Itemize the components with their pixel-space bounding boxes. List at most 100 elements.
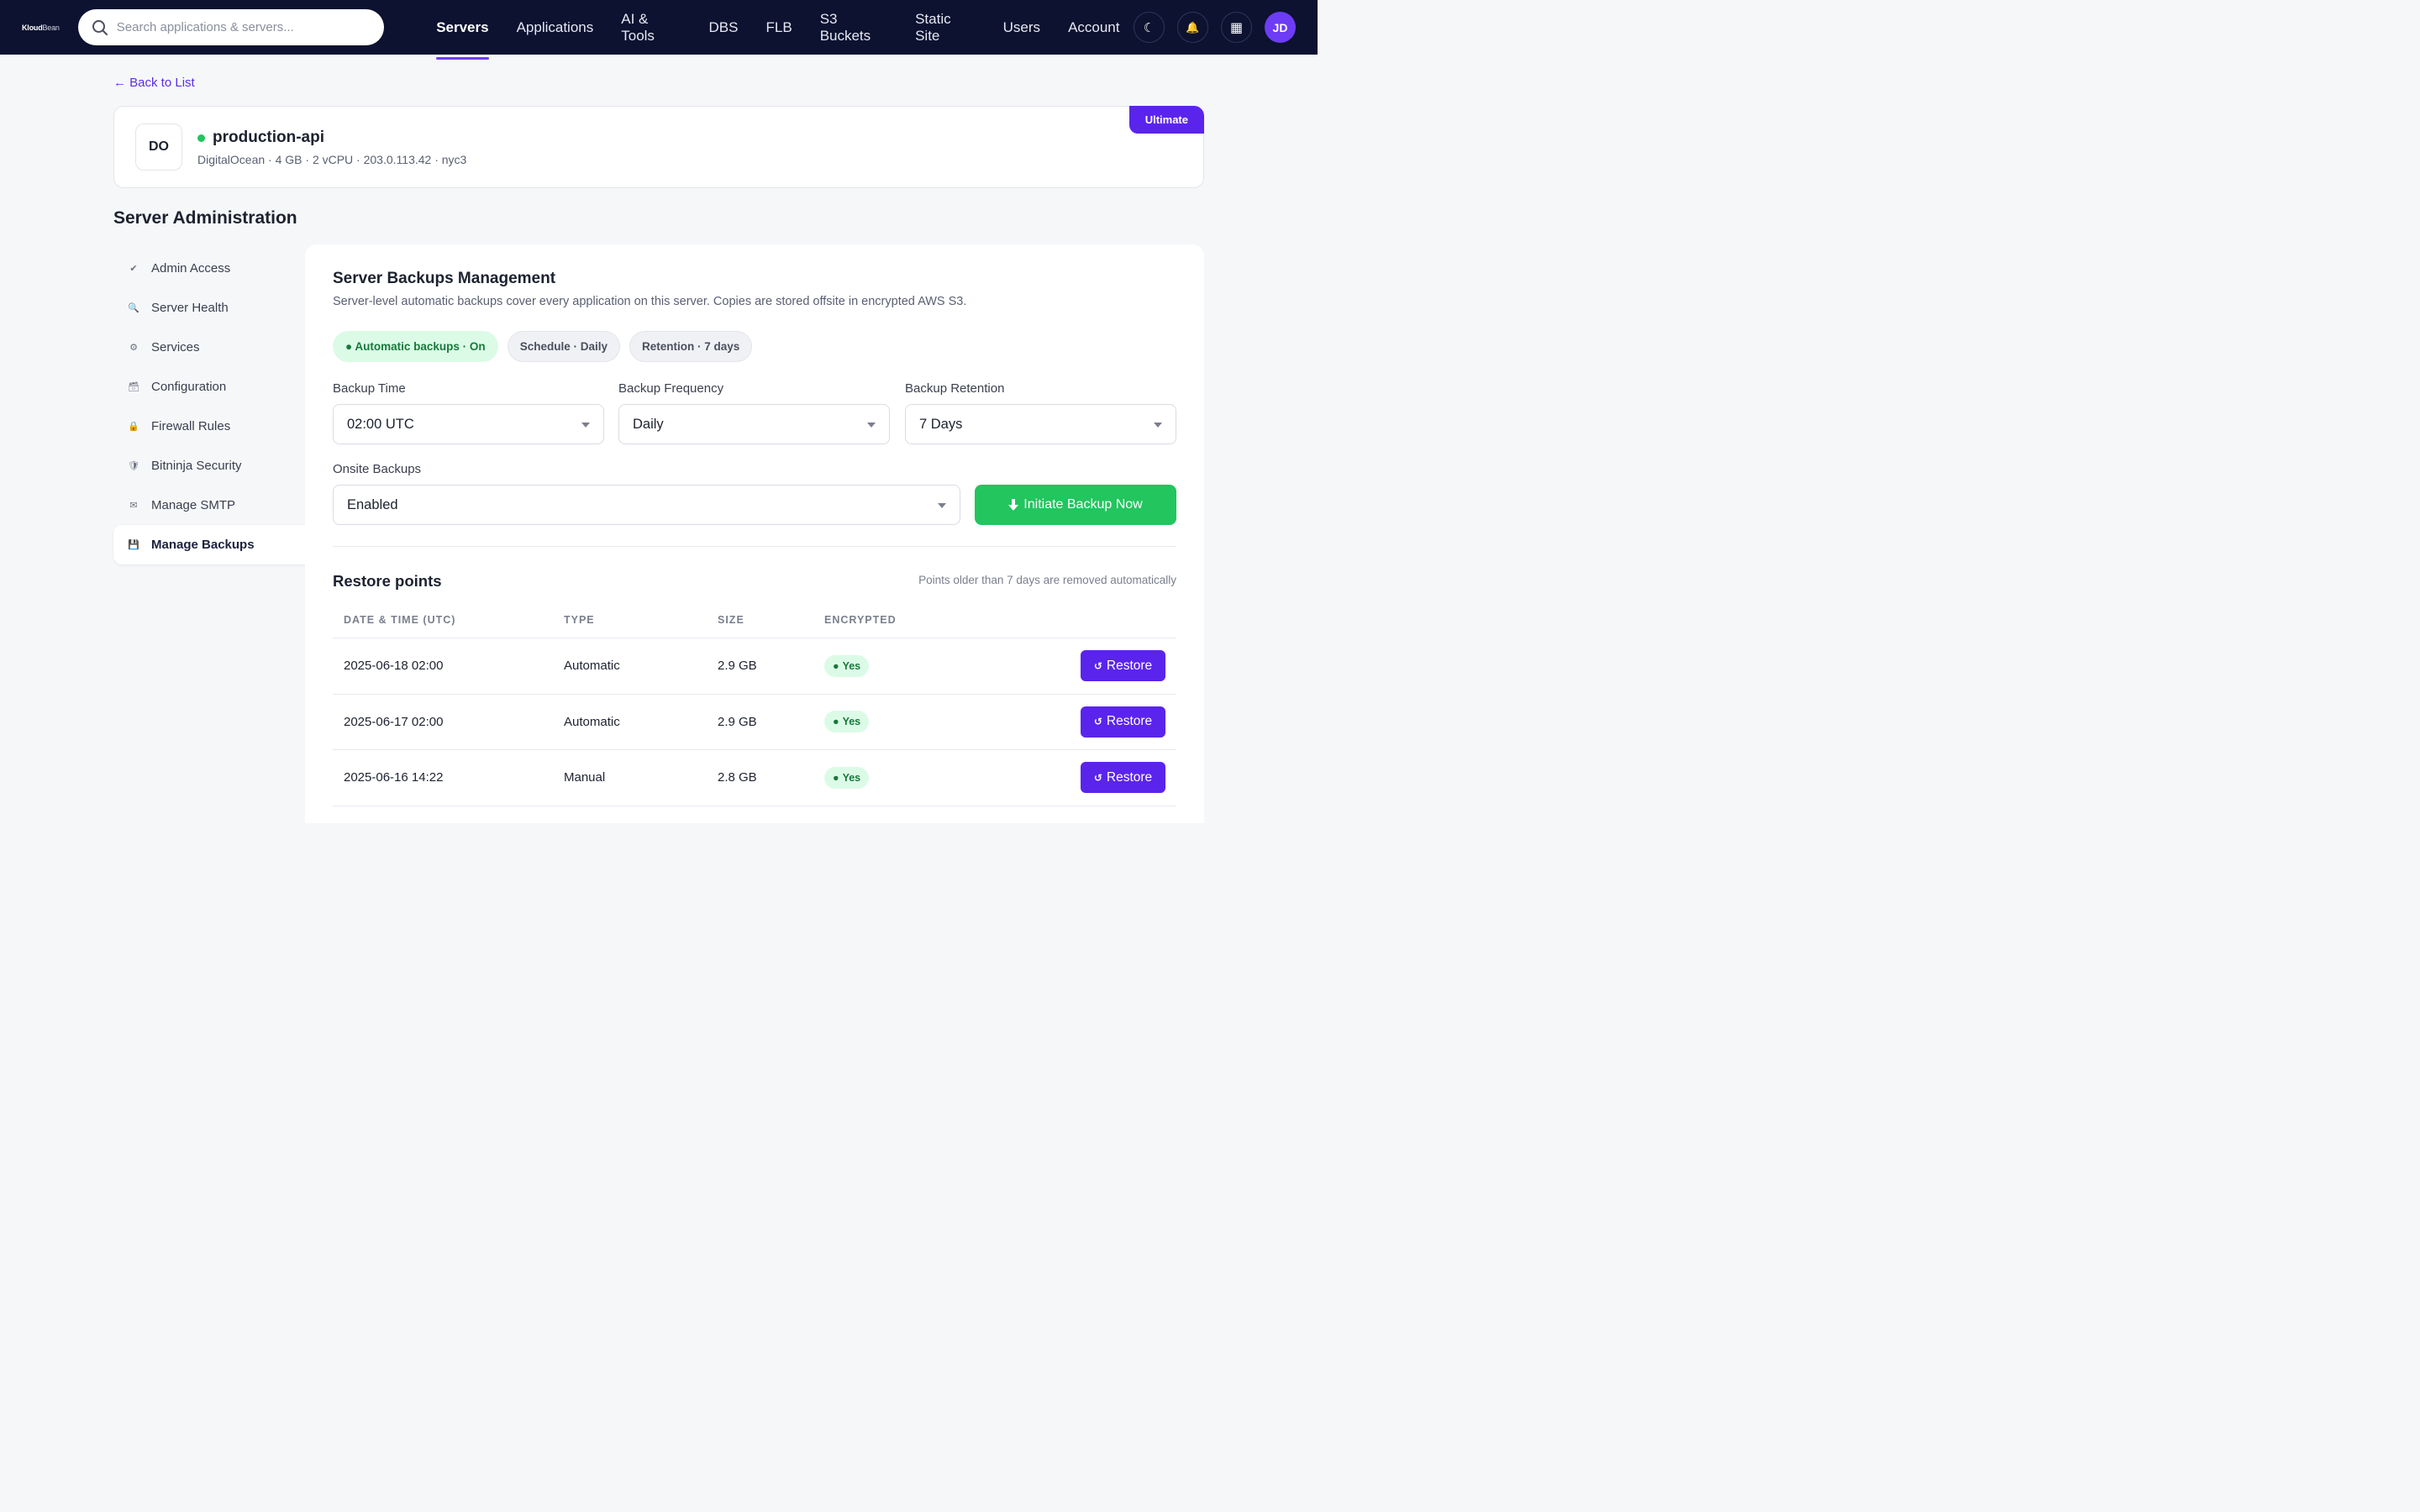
table-row-partial: [333, 806, 1176, 824]
sidebar-item-label: Bitninja Security: [151, 459, 242, 473]
sidebar-item-bitninja-security[interactable]: 🛡 Bitninja Security: [113, 446, 306, 486]
restore-icon: ↺: [1093, 771, 1102, 784]
apps-grid-icon[interactable]: ▦: [1221, 12, 1252, 43]
backup-time-value: 02:00 UTC: [347, 416, 414, 432]
col-encrypted: ENCRYPTED: [824, 613, 897, 626]
floppy-disk-icon: 💾: [128, 540, 139, 550]
initiate-backup-label: Initiate Backup Now: [1023, 497, 1143, 512]
cell-encrypted: ● Yes: [824, 654, 992, 677]
nav-servers[interactable]: Servers: [423, 0, 502, 60]
sidebar-item-label: Manage Backups: [151, 538, 255, 552]
sidebar-item-manage-smtp[interactable]: ✉ Manage SMTP: [113, 486, 306, 525]
sidebar-item-server-health[interactable]: 🔍 Server Health: [113, 288, 306, 328]
encrypted-badge: ● Yes: [824, 654, 870, 677]
table-header: DATE & TIME (UTC) TYPE SIZE ENCRYPTED: [333, 601, 1176, 638]
cell-actions: ↺ Restore: [992, 650, 1176, 682]
server-summary-card: DO production-api DigitalOcean · 4 GB · …: [113, 106, 1204, 188]
admin-sidebar: ✔ Admin Access 🔍 Server Health ⚙ Services 🗃…: [113, 249, 306, 564]
restore-points-table: DATE & TIME (UTC) TYPE SIZE ENCRYPTED 20…: [333, 601, 1176, 823]
cell-type: Automatic: [564, 659, 620, 674]
restore-label: Restore: [1106, 658, 1153, 673]
sidebar-item-manage-backups[interactable]: 💾 Manage Backups: [113, 525, 306, 564]
cell-size: 2.9 GB: [718, 659, 757, 674]
cell-type: Manual: [564, 770, 606, 785]
cell-date: 2025-06-18 02:00: [344, 659, 444, 674]
app-frame: KloudBean Servers Applications AI & Tool…: [0, 0, 1318, 823]
backup-frequency-value: Daily: [633, 416, 664, 432]
download-arrow-icon: [1008, 498, 1019, 511]
nav-actions: ☾ 🔔 ▦ JD: [1134, 12, 1296, 43]
back-to-list-link[interactable]: ← Back to List: [113, 76, 195, 90]
backup-retention-select[interactable]: 7 Days: [905, 404, 1176, 444]
check-icon: ✔: [129, 264, 138, 274]
backup-time-select[interactable]: 02:00 UTC: [333, 404, 604, 444]
search-input[interactable]: [116, 20, 371, 34]
sidebar-item-label: Admin Access: [151, 261, 231, 276]
theme-toggle-moon-icon[interactable]: ☾: [1134, 12, 1165, 43]
sidebar-item-admin-access[interactable]: ✔ Admin Access: [113, 249, 306, 288]
nav-static-site[interactable]: Static Site: [902, 0, 990, 55]
restore-button[interactable]: ↺ Restore: [1081, 650, 1165, 682]
backup-time-label: Backup Time: [333, 381, 406, 396]
restore-button[interactable]: ↺ Restore: [1081, 706, 1165, 738]
col-date-time: DATE & TIME (UTC): [344, 613, 456, 626]
chevron-down-icon: [938, 503, 946, 508]
onsite-backups-value: Enabled: [347, 496, 398, 512]
cell-size: 2.8 GB: [718, 770, 757, 785]
sidebar-item-label: Configuration: [151, 380, 227, 394]
sidebar-item-configuration[interactable]: 🗃 Configuration: [113, 367, 306, 407]
nav-dbs[interactable]: DBS: [695, 0, 752, 55]
backups-panel: Server Backups Management Server-level a…: [305, 244, 1204, 823]
onsite-backups-label: Onsite Backups: [333, 462, 422, 476]
user-avatar[interactable]: JD: [1265, 12, 1296, 43]
cell-encrypted: ● Yes: [824, 711, 992, 733]
magnifier-icon: 🔍: [128, 303, 139, 313]
nav-flb[interactable]: FLB: [752, 0, 806, 55]
cell-size: 2.9 GB: [718, 714, 757, 729]
initiate-backup-button[interactable]: Initiate Backup Now: [975, 485, 1176, 525]
nav-account[interactable]: Account: [1055, 0, 1134, 55]
backup-frequency-select[interactable]: Daily: [618, 404, 890, 444]
top-navigation: KloudBean Servers Applications AI & Tool…: [0, 0, 1318, 60]
cell-actions: ↺ Restore: [992, 706, 1176, 738]
lock-icon: 🔒: [128, 422, 139, 432]
restore-label: Restore: [1106, 714, 1153, 729]
server-name-text: production-api: [213, 129, 324, 146]
search-box[interactable]: [77, 9, 384, 45]
restore-icon: ↺: [1093, 716, 1102, 728]
brand-logo[interactable]: KloudBean: [22, 24, 78, 32]
restore-button[interactable]: ↺ Restore: [1081, 762, 1165, 794]
sidebar-item-label: Services: [151, 340, 200, 354]
main-nav: Servers Applications AI & Tools DBS FLB …: [423, 0, 1134, 60]
nav-s3-buckets[interactable]: S3 Buckets: [806, 0, 901, 55]
chevron-down-icon: [867, 423, 876, 428]
panel-title: Server Backups Management: [333, 270, 556, 287]
onsite-backups-select[interactable]: Enabled: [333, 485, 960, 525]
server-name: production-api: [197, 129, 324, 147]
cell-encrypted: ● Yes: [824, 766, 992, 789]
backup-retention-value: 7 Days: [919, 416, 963, 432]
restore-icon: ↺: [1093, 659, 1102, 672]
table-row: 2025-06-17 02:00 Automatic 2.9 GB ● Yes …: [333, 695, 1176, 750]
page-title: Server Administration: [113, 208, 297, 228]
nav-users[interactable]: Users: [989, 0, 1054, 55]
nav-ai-tools[interactable]: AI & Tools: [608, 0, 695, 55]
sidebar-item-services[interactable]: ⚙ Services: [113, 328, 306, 367]
notifications-bell-icon[interactable]: 🔔: [1177, 12, 1208, 43]
shield-icon: 🛡: [128, 461, 139, 471]
status-online-dot: [197, 134, 205, 142]
sidebar-item-label: Firewall Rules: [151, 419, 231, 433]
chip-schedule: Schedule · Daily: [507, 331, 620, 362]
sidebar-item-label: Server Health: [151, 301, 229, 315]
col-size: SIZE: [718, 613, 744, 626]
panel-description: Server-level automatic backups cover eve…: [333, 295, 967, 308]
envelope-icon: ✉: [129, 501, 138, 511]
status-chips: ● Automatic backups · On Schedule · Dail…: [333, 331, 753, 362]
sidebar-item-firewall-rules[interactable]: 🔒 Firewall Rules: [113, 407, 306, 446]
nav-applications[interactable]: Applications: [502, 0, 608, 55]
restore-points-note: Points older than 7 days are removed aut…: [918, 574, 1176, 586]
chip-automatic-backups: ● Automatic backups · On: [333, 331, 498, 362]
plan-badge: Ultimate: [1128, 106, 1204, 134]
section-divider: [333, 546, 1176, 547]
file-cabinet-icon: 🗃: [128, 382, 139, 392]
